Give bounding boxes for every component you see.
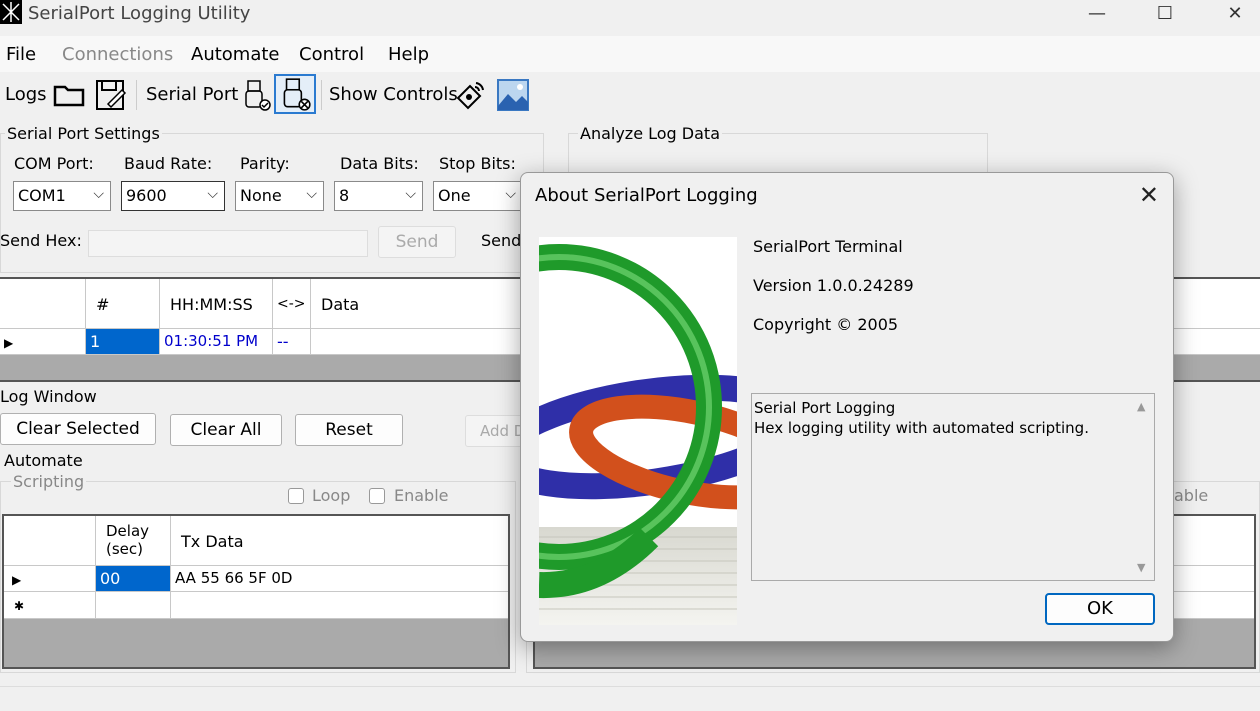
description-line-1: Serial Port Logging xyxy=(754,399,896,417)
stop-bits-label: Stop Bits: xyxy=(439,154,516,173)
serial-port-label: Serial Port xyxy=(146,84,239,105)
enable-checkbox[interactable] xyxy=(369,488,385,504)
stop-bits-value: One xyxy=(438,186,471,205)
version-text: Version 1.0.0.24289 xyxy=(753,276,914,295)
com-port-value: COM1 xyxy=(18,186,66,205)
com-port-select[interactable]: COM1 ⌵ xyxy=(13,181,111,211)
script-grid[interactable]: Delay (sec) Tx Data ▶ 00 AA 55 66 5F 0D … xyxy=(2,514,510,669)
maximize-button[interactable]: ☐ xyxy=(1142,2,1188,28)
row-arrow-icon: ▶ xyxy=(12,573,22,587)
send-hex-label: Send Hex: xyxy=(0,231,82,250)
scripting-title: Scripting xyxy=(11,472,87,491)
clear-selected-button[interactable]: Clear Selected xyxy=(0,413,156,445)
close-button[interactable]: ✕ xyxy=(1212,2,1258,28)
minimize-button[interactable]: — xyxy=(1074,2,1120,28)
about-dialog: About SerialPort Logging ✕ SerialPort Te… xyxy=(520,172,1174,642)
save-icon[interactable] xyxy=(94,78,128,112)
toolbar-separator xyxy=(321,80,322,110)
new-row-icon: ✱ xyxy=(14,599,25,613)
loop-label: Loop xyxy=(312,486,351,505)
baud-rate-select[interactable]: 9600 ⌵ xyxy=(121,181,225,211)
new-delay-cell[interactable] xyxy=(96,592,171,619)
row-arrow-icon: ▶ xyxy=(4,336,14,350)
chevron-down-icon: ⌵ xyxy=(405,186,416,202)
product-logo xyxy=(539,237,737,625)
send-label-2: Send xyxy=(481,231,522,250)
status-divider xyxy=(0,686,1260,687)
usb-disconnect-icon[interactable] xyxy=(274,74,316,114)
close-icon[interactable]: ✕ xyxy=(1139,181,1159,209)
data-bits-select[interactable]: 8 ⌵ xyxy=(334,181,423,211)
row-selector[interactable]: ▶ xyxy=(0,329,86,355)
image-icon[interactable] xyxy=(496,78,530,112)
signal-tag-icon[interactable] xyxy=(454,78,488,112)
clear-all-button[interactable]: Clear All xyxy=(170,414,282,446)
baud-rate-value: 9600 xyxy=(126,186,167,205)
ok-button[interactable]: OK xyxy=(1045,593,1155,625)
description-line-2: Hex logging utility with automated scrip… xyxy=(754,419,1089,437)
send-button[interactable]: Send xyxy=(378,226,456,258)
menu-bar xyxy=(0,36,1260,72)
toolbar-separator xyxy=(136,80,137,110)
header-tx-data[interactable]: Tx Data xyxy=(171,516,508,566)
header-num[interactable]: # xyxy=(86,279,160,329)
parity-value: None xyxy=(240,186,282,205)
script-grid-corner xyxy=(4,516,96,566)
copyright-text: Copyright © 2005 xyxy=(753,315,899,334)
scroll-down-icon[interactable]: ▼ xyxy=(1137,561,1145,574)
new-row-selector[interactable]: ✱ xyxy=(4,592,96,619)
baud-rate-label: Baud Rate: xyxy=(124,154,213,173)
description-scrollbar[interactable]: ▲ ▼ xyxy=(1132,394,1154,580)
logs-label: Logs xyxy=(5,84,47,105)
menu-connections[interactable]: Connections xyxy=(62,44,173,65)
parity-select[interactable]: None ⌵ xyxy=(235,181,324,211)
enable-label-2: able xyxy=(1174,486,1209,505)
header-delay[interactable]: Delay (sec) xyxy=(96,516,171,566)
send-hex-input[interactable] xyxy=(88,230,368,257)
open-folder-icon[interactable] xyxy=(52,78,86,112)
enable-label: Enable xyxy=(394,486,449,505)
grid-corner xyxy=(0,279,86,329)
show-controls-label: Show Controls xyxy=(329,84,458,105)
serial-settings-title: Serial Port Settings xyxy=(5,124,162,143)
log-window-title: Log Window xyxy=(0,387,97,406)
description-box[interactable]: Serial Port Logging Hex logging utility … xyxy=(751,393,1155,581)
com-port-label: COM Port: xyxy=(14,154,94,173)
loop-checkbox[interactable] xyxy=(288,488,304,504)
chevron-down-icon: ⌵ xyxy=(505,186,516,202)
log-time-cell[interactable]: 01:30:51 PM xyxy=(160,329,273,355)
chevron-down-icon: ⌵ xyxy=(306,186,317,202)
data-bits-value: 8 xyxy=(339,186,350,205)
delay-cell[interactable]: 00 xyxy=(96,566,171,592)
script-row-selector[interactable]: ▶ xyxy=(4,566,96,592)
data-bits-label: Data Bits: xyxy=(340,154,419,173)
product-name: SerialPort Terminal xyxy=(753,237,903,256)
menu-automate[interactable]: Automate xyxy=(191,44,280,65)
automate-title: Automate xyxy=(4,451,83,470)
scroll-up-icon[interactable]: ▲ xyxy=(1137,400,1145,413)
log-num-cell[interactable]: 1 xyxy=(86,329,160,355)
analyze-title: Analyze Log Data xyxy=(578,124,722,143)
window-title: SerialPort Logging Utility xyxy=(28,3,251,24)
app-icon xyxy=(0,0,22,24)
usb-connect-icon[interactable] xyxy=(240,78,274,112)
log-direction-cell[interactable]: -- xyxy=(273,329,311,355)
header-time[interactable]: HH:MM:SS xyxy=(160,279,273,329)
parity-label: Parity: xyxy=(240,154,290,173)
menu-control[interactable]: Control xyxy=(299,44,364,65)
stop-bits-select[interactable]: One ⌵ xyxy=(433,181,523,211)
menu-file[interactable]: File xyxy=(6,44,36,65)
menu-help[interactable]: Help xyxy=(388,44,429,65)
chevron-down-icon: ⌵ xyxy=(207,186,218,202)
new-tx-cell[interactable] xyxy=(171,592,508,619)
about-dialog-title: About SerialPort Logging xyxy=(535,185,758,206)
chevron-down-icon: ⌵ xyxy=(93,186,104,202)
tx-data-cell[interactable]: AA 55 66 5F 0D xyxy=(171,566,508,592)
reset-button[interactable]: Reset xyxy=(295,414,403,446)
header-direction[interactable]: <-> xyxy=(273,279,311,329)
